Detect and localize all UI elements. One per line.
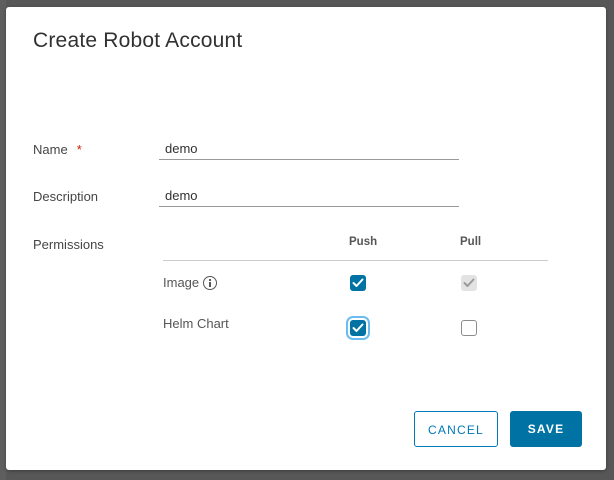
checkmark-icon: [352, 278, 364, 287]
permissions-divider: [163, 260, 548, 261]
create-robot-account-dialog: Create Robot Account Name * Description P…: [6, 7, 606, 470]
permissions-label: Permissions: [33, 237, 104, 252]
pull-column-header: Pull: [460, 236, 482, 248]
image-pull-checkbox: [461, 275, 477, 291]
description-input[interactable]: [159, 185, 459, 207]
helm-chart-pull-checkbox[interactable]: [461, 320, 477, 336]
permission-row-label: Helm Chart: [163, 316, 229, 331]
checkmark-icon: [463, 278, 475, 287]
name-label-text: Name: [33, 142, 68, 157]
dialog-title: Create Robot Account: [33, 29, 243, 52]
helm-chart-push-checkbox[interactable]: [350, 320, 366, 336]
image-push-checkbox[interactable]: [350, 275, 366, 291]
name-label: Name *: [33, 142, 82, 157]
info-icon[interactable]: [203, 276, 218, 290]
push-column-header: Push: [349, 236, 378, 248]
permission-row-helm-chart: Helm Chart: [163, 316, 229, 331]
permission-row-label: Image: [163, 275, 200, 290]
permission-row-image: Image: [163, 275, 218, 290]
description-label: Description: [33, 189, 99, 204]
cancel-button[interactable]: CANCEL: [414, 411, 498, 447]
required-asterisk: *: [76, 142, 82, 157]
checkmark-icon: [352, 323, 364, 332]
save-button[interactable]: SAVE: [510, 411, 582, 447]
name-input[interactable]: [159, 138, 459, 160]
